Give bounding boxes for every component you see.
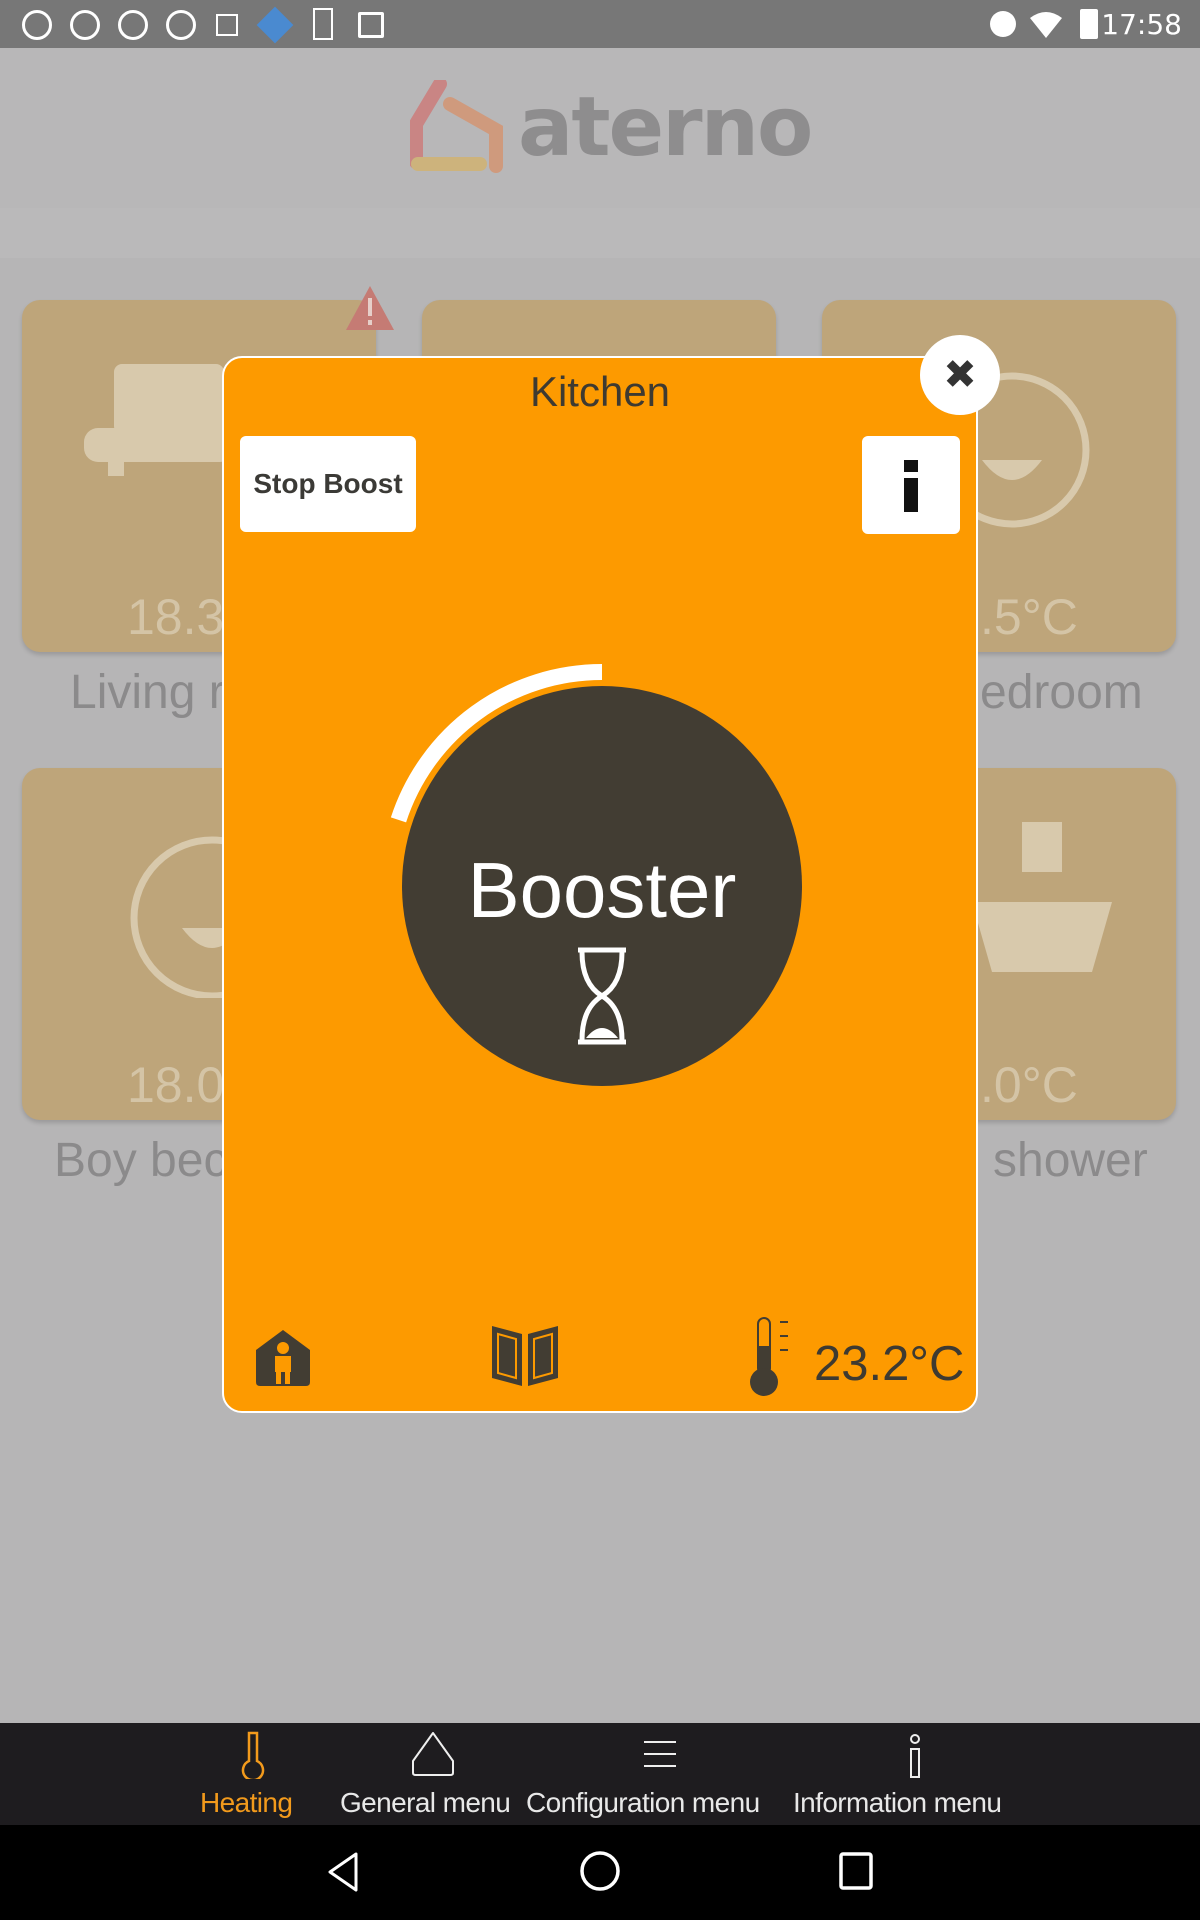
window-open-icon[interactable] <box>490 1324 560 1388</box>
thermometer-icon <box>241 1731 265 1779</box>
stop-boost-button[interactable]: Stop Boost <box>240 436 416 532</box>
download-icon <box>313 8 333 40</box>
sofa-icon <box>84 364 234 476</box>
wifi-icon <box>1030 12 1062 38</box>
app-notification-icon <box>166 10 196 40</box>
menu-icon <box>644 1741 676 1767</box>
room-temperature: .5°C <box>980 589 1078 645</box>
room-temperature-reading: 23.2°C <box>814 1337 965 1391</box>
app-notification-icon <box>118 10 148 40</box>
room-temperature: 18.0 <box>127 1057 225 1113</box>
play-store-icon <box>358 12 384 38</box>
room-temperature: 18.3 <box>127 589 225 645</box>
status-bar: 17:58 <box>0 0 1200 48</box>
room-detail-dialog: Kitchen Stop Boost Booster 23.2°C <box>222 356 978 1413</box>
back-icon[interactable] <box>326 1851 362 1893</box>
info-icon <box>910 1734 920 1778</box>
nav-item-information-menu[interactable]: Information menu <box>793 1723 1043 1825</box>
room-label: edroom <box>980 666 1143 719</box>
room-label: Living r <box>70 666 225 719</box>
info-button[interactable] <box>862 436 960 534</box>
bottom-navigation: Heating General menu Configuration menu … <box>0 1723 1200 1825</box>
dnd-icon <box>990 11 1016 37</box>
app-notification-icon <box>70 10 100 40</box>
nav-item-general-menu[interactable]: General menu <box>340 1723 526 1825</box>
room-temperature: .0°C <box>980 1057 1078 1113</box>
info-icon <box>904 460 918 512</box>
presence-home-icon[interactable] <box>254 1328 312 1386</box>
warning-icon[interactable] <box>344 284 396 332</box>
close-icon: ✖ <box>943 353 977 397</box>
nav-item-heating[interactable]: Heating <box>190 1723 316 1825</box>
nav-label: Information menu <box>793 1787 1002 1818</box>
recent-apps-icon[interactable] <box>838 1851 874 1891</box>
bathtub-icon <box>972 822 1112 972</box>
mode-label: Booster <box>467 846 737 934</box>
dialog-title: Kitchen <box>529 368 671 415</box>
nav-label: Heating <box>200 1787 293 1818</box>
baby-icon <box>130 836 222 998</box>
divider <box>0 208 1200 258</box>
nav-label: Configuration menu <box>526 1787 760 1818</box>
home-button-icon[interactable] <box>578 1849 622 1893</box>
aterno-logo-icon <box>410 80 503 173</box>
system-navigation-bar <box>0 1825 1200 1920</box>
home-icon <box>412 1732 454 1776</box>
app-header: aterno <box>0 48 1200 208</box>
clock: 17:58 <box>1101 8 1182 41</box>
app-icon <box>256 6 294 44</box>
battery-icon <box>1080 9 1098 39</box>
thermometer-icon <box>750 1317 788 1396</box>
nav-item-configuration-menu[interactable]: Configuration menu <box>526 1723 793 1825</box>
image-icon <box>216 14 238 36</box>
logo-text: aterno <box>518 80 813 175</box>
room-label: shower <box>993 1134 1148 1187</box>
close-dialog-button[interactable]: ✖ <box>920 335 1000 415</box>
nav-label: General menu <box>340 1787 511 1818</box>
app-notification-icon <box>22 10 52 40</box>
room-label: Boy bec <box>54 1134 228 1187</box>
